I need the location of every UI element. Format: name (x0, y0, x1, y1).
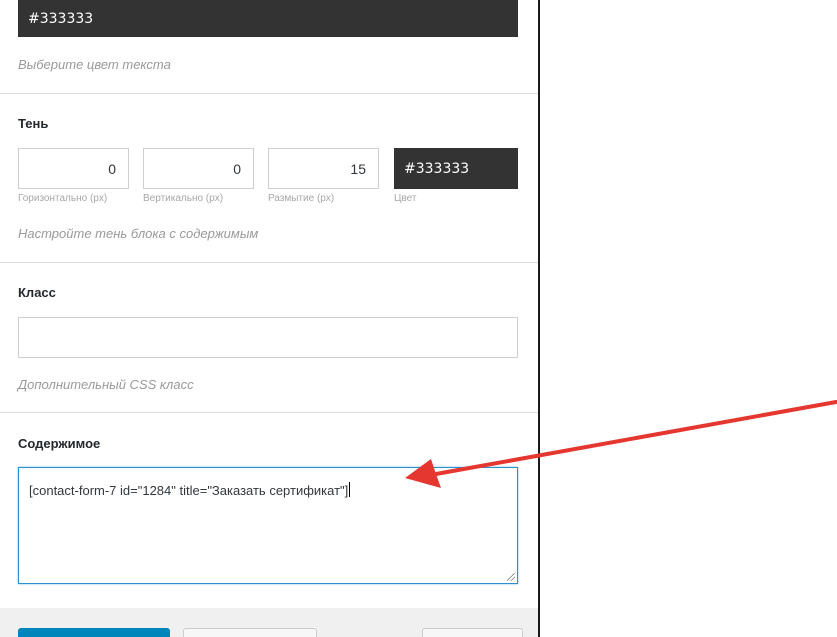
annotation-arrow-icon (405, 400, 837, 488)
